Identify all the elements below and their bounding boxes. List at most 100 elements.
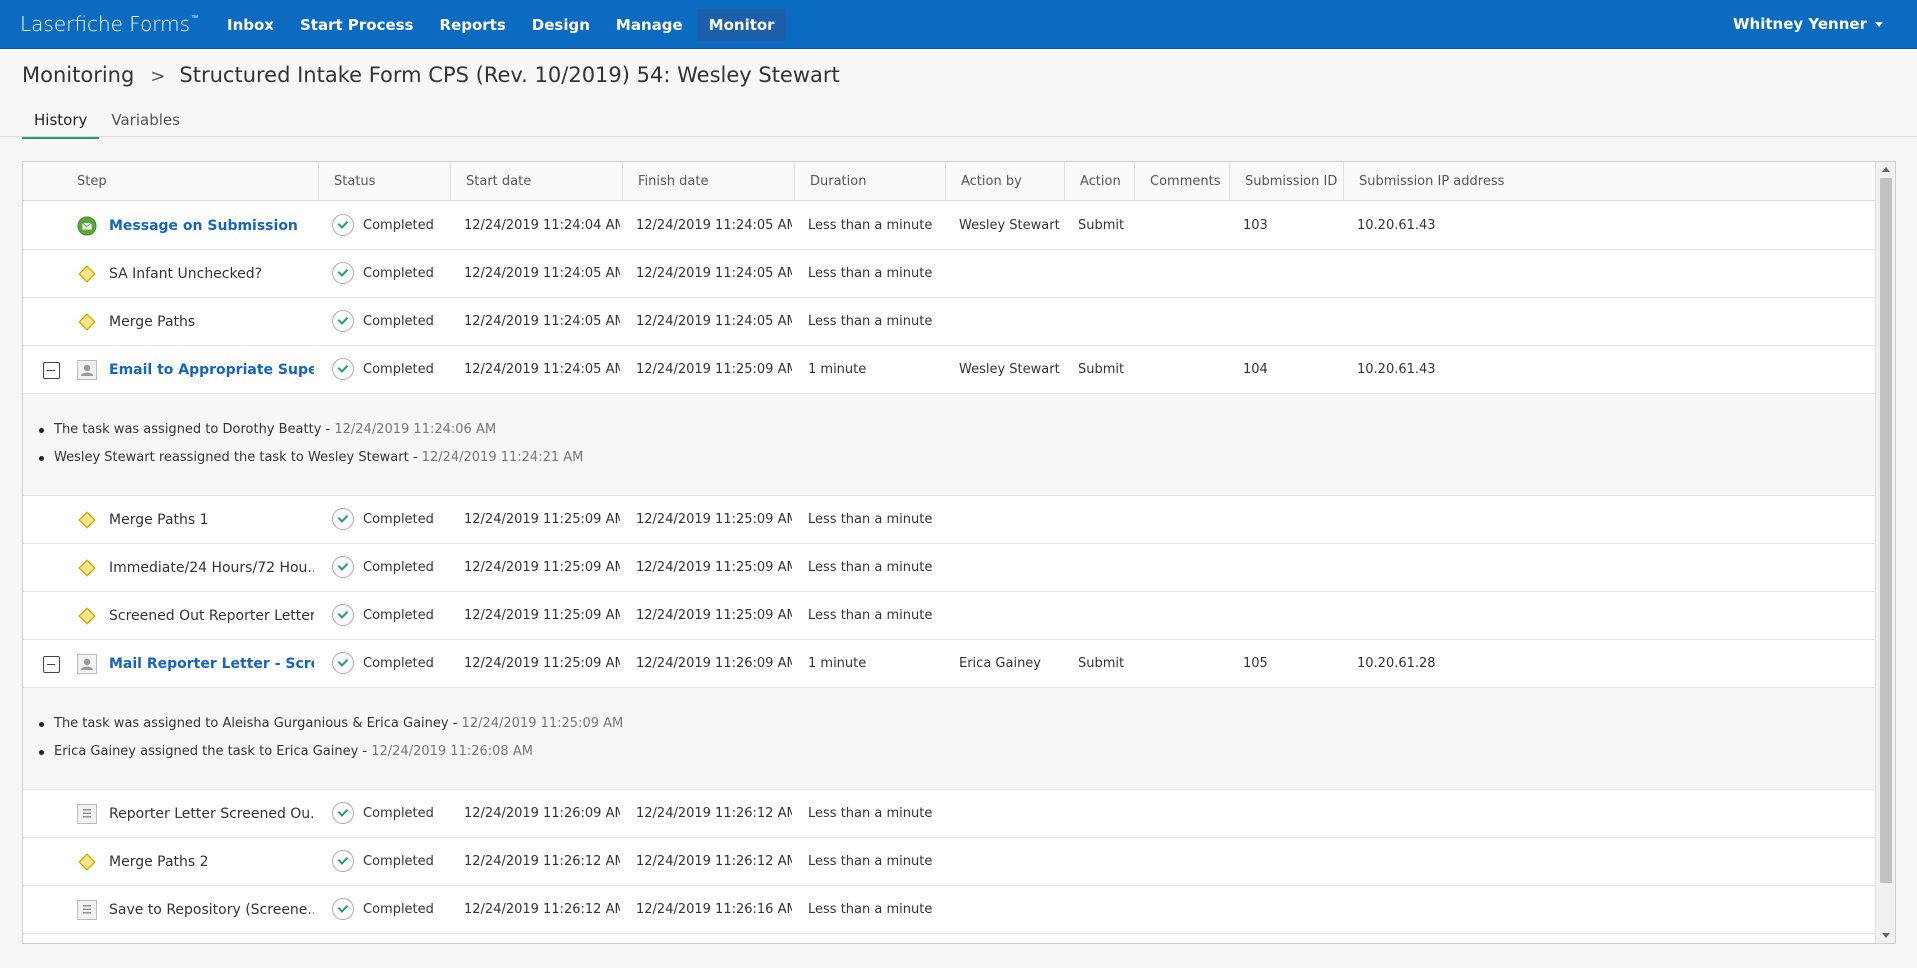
finish-date-cell: 12/24/2019 11:24:05 AM <box>636 202 792 250</box>
duration-value: Less than a minute <box>808 854 933 869</box>
step-link[interactable]: Message on Submission <box>109 218 298 234</box>
action-cell: Submit <box>1078 202 1132 250</box>
scroll-up-icon[interactable] <box>1882 167 1890 172</box>
task-assignment-details: The task was assigned to Dorothy Beatty … <box>23 394 1875 496</box>
step-name: Reporter Letter Screened Ou... <box>109 806 314 822</box>
vertical-scrollbar[interactable] <box>1875 162 1895 943</box>
collapse-icon[interactable] <box>43 656 60 673</box>
scrollbar-thumb[interactable] <box>1880 178 1892 883</box>
column-header-finish-date[interactable]: Finish date <box>622 162 794 201</box>
column-header-start-date[interactable]: Start date <box>450 162 622 201</box>
nav-item-inbox[interactable]: Inbox <box>216 9 285 41</box>
app-brand-logo[interactable]: Laserfiche Forms™ <box>20 12 198 36</box>
table-row[interactable]: Merge Paths Completed 12/24/2019 11:24:05 … <box>23 298 1875 346</box>
duration-value: Less than a minute <box>808 314 933 329</box>
table-row[interactable]: Reporter Letter Screened Ou... Completed 1… <box>23 790 1875 838</box>
comments-cell <box>1148 790 1227 838</box>
completed-check-icon <box>332 849 354 872</box>
table-row[interactable]: Email to Appropriate Super... Completed 12… <box>23 346 1875 394</box>
submission-id-cell: 103 <box>1243 202 1341 250</box>
start-date-value: 12/24/2019 11:25:09 AM <box>464 656 620 671</box>
nav-item-manage[interactable]: Manage <box>605 9 694 41</box>
submission-ip-value: 10.20.61.43 <box>1357 362 1436 377</box>
action-by-cell <box>959 298 1062 346</box>
nav-item-design[interactable]: Design <box>521 9 601 41</box>
duration-value: 1 minute <box>808 656 867 671</box>
finish-date-value: 12/24/2019 11:26:16 AM <box>636 902 792 917</box>
submission-ip-cell <box>1357 496 1521 544</box>
column-header-status[interactable]: Status <box>318 162 450 201</box>
submission-ip-cell <box>1357 790 1521 838</box>
column-header-submission-ip-address[interactable]: Submission IP address <box>1343 162 1523 201</box>
nav-item-monitor[interactable]: Monitor <box>697 9 786 41</box>
breadcrumb-root[interactable]: Monitoring <box>22 63 134 87</box>
table-row[interactable]: Merge Paths 1 Completed 12/24/2019 11:25:0… <box>23 496 1875 544</box>
tab-history[interactable]: History <box>22 111 100 139</box>
finish-date-value: 12/24/2019 11:24:05 AM <box>636 314 792 329</box>
table-row[interactable]: SA Infant Unchecked? Completed 12/24/2019 … <box>23 250 1875 298</box>
duration-cell: Less than a minute <box>808 496 943 544</box>
duration-value: Less than a minute <box>808 902 933 917</box>
submission-id-cell <box>1243 838 1341 886</box>
duration-cell: Less than a minute <box>808 250 943 298</box>
comments-cell <box>1148 496 1227 544</box>
submission-id-cell <box>1243 886 1341 934</box>
table-row[interactable]: Message on Submission Completed 12/24/2019… <box>23 202 1875 250</box>
action-cell <box>1078 544 1132 592</box>
column-header-action-by[interactable]: Action by <box>945 162 1064 201</box>
duration-value: Less than a minute <box>808 608 933 623</box>
nav-item-start-process[interactable]: Start Process <box>289 9 425 41</box>
column-header-step[interactable]: Step <box>23 162 318 201</box>
user-menu[interactable]: Whitney Yenner <box>1733 15 1883 33</box>
duration-value: Less than a minute <box>808 266 933 281</box>
step-link[interactable]: Email to Appropriate Super... <box>109 362 314 378</box>
finish-date-cell: 12/24/2019 11:25:09 AM <box>636 346 792 394</box>
duration-cell: Less than a minute <box>808 544 943 592</box>
column-header-comments[interactable]: Comments <box>1134 162 1229 201</box>
finish-date-cell: 12/24/2019 11:26:16 AM <box>636 886 792 934</box>
status-cell: Completed <box>332 838 448 886</box>
column-header-action[interactable]: Action <box>1064 162 1134 201</box>
status-value: Completed <box>363 266 434 281</box>
action-by-value: Wesley Stewart <box>959 362 1060 377</box>
submission-ip-cell <box>1357 544 1521 592</box>
table-row[interactable]: Merge Paths 2 Completed 12/24/2019 11:26:1… <box>23 838 1875 886</box>
assignment-text: The task was assigned to Aleisha Gurgani… <box>54 716 462 731</box>
column-header-duration[interactable]: Duration <box>794 162 945 201</box>
table-row[interactable]: Mail Reporter Letter - Scree... Completed… <box>23 640 1875 688</box>
column-header-submission-id[interactable]: Submission ID <box>1229 162 1343 201</box>
status-cell: Completed <box>332 298 448 346</box>
scroll-down-icon[interactable] <box>1882 933 1890 938</box>
gateway-diamond-icon <box>77 852 97 872</box>
tab-divider <box>0 136 1917 137</box>
top-navigation-bar: Laserfiche Forms™ Inbox Start Process Repo… <box>0 0 1917 49</box>
action-by-cell <box>959 886 1062 934</box>
start-date-value: 12/24/2019 11:25:09 AM <box>464 512 620 527</box>
step-link[interactable]: Mail Reporter Letter - Scree... <box>109 656 314 672</box>
step-cell: Immediate/24 Hours/72 Hou... <box>109 544 314 592</box>
nav-item-reports[interactable]: Reports <box>429 9 517 41</box>
table-row[interactable]: Screened Out Reporter Letter? Completed 12… <box>23 592 1875 640</box>
comments-cell <box>1148 838 1227 886</box>
action-by-cell <box>959 790 1062 838</box>
status-cell: Completed <box>332 544 448 592</box>
collapse-icon[interactable] <box>43 362 60 379</box>
table-row[interactable]: Immediate/24 Hours/72 Hou... Completed 12/… <box>23 544 1875 592</box>
submission-ip-value: 10.20.61.43 <box>1357 218 1436 233</box>
finish-date-value: 12/24/2019 11:25:09 AM <box>636 362 792 377</box>
duration-value: Less than a minute <box>808 560 933 575</box>
tab-variables[interactable]: Variables <box>99 111 192 139</box>
finish-date-value: 12/24/2019 11:25:09 AM <box>636 512 792 527</box>
finish-date-value: 12/24/2019 11:26:12 AM <box>636 854 792 869</box>
start-date-value: 12/24/2019 11:24:04 AM <box>464 218 620 233</box>
step-cell: Email to Appropriate Super... <box>109 346 314 394</box>
history-grid: Step Status Start date Finish date Duration A… <box>22 161 1896 944</box>
submission-id-cell <box>1243 790 1341 838</box>
action-by-value: Erica Gainey <box>959 656 1041 671</box>
status-cell: Completed <box>332 790 448 838</box>
duration-cell: 1 minute <box>808 346 943 394</box>
table-row[interactable]: Save to Repository (Screene... Completed 1… <box>23 886 1875 934</box>
step-cell: Mail Reporter Letter - Scree... <box>109 640 314 688</box>
submission-ip-cell: 10.20.61.28 <box>1357 640 1521 688</box>
completed-check-icon <box>332 309 354 332</box>
